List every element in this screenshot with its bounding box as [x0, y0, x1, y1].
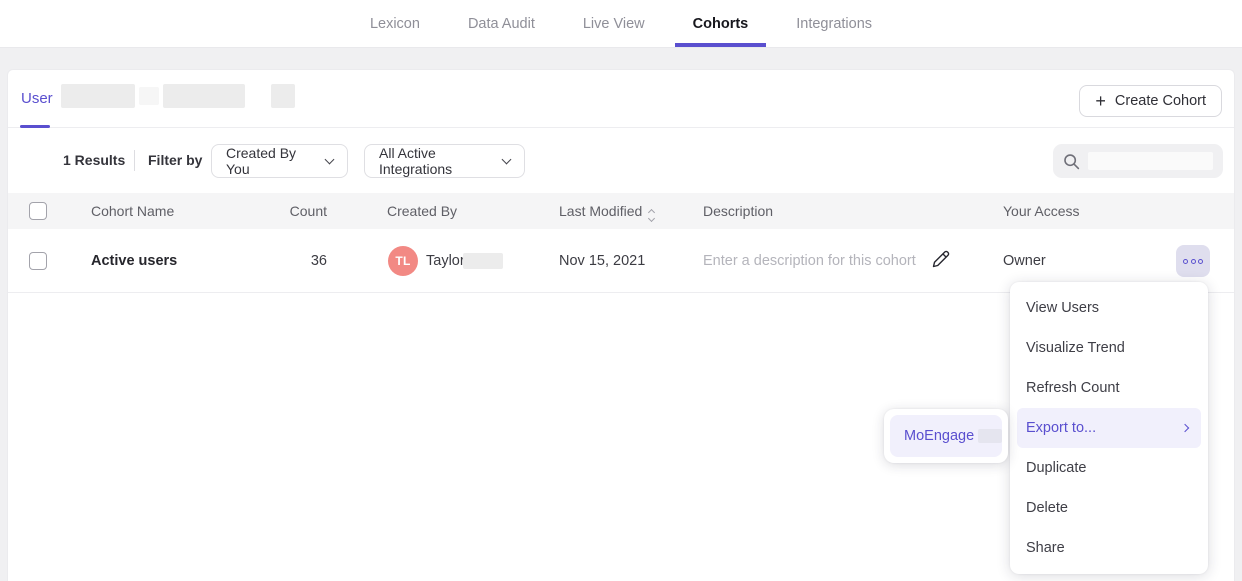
nav-tab-integrations[interactable]: Integrations: [792, 0, 876, 47]
chevron-down-icon: [502, 154, 512, 164]
header-your-access: Your Access: [1003, 203, 1080, 219]
header-last-modified[interactable]: Last Modified: [559, 203, 654, 221]
chevron-right-icon: [1181, 424, 1189, 432]
integrations-dropdown-value: All Active Integrations: [379, 145, 493, 177]
menu-item-visualize-trend[interactable]: Visualize Trend: [1010, 328, 1208, 368]
menu-item-duplicate[interactable]: Duplicate: [1010, 448, 1208, 488]
export-submenu: MoEngage: [884, 409, 1008, 463]
redacted-tab: [61, 84, 135, 108]
create-cohort-label: Create Cohort: [1115, 93, 1206, 109]
menu-item-share[interactable]: Share: [1010, 528, 1208, 568]
top-navigation: Lexicon Data Audit Live View Cohorts Int…: [0, 0, 1242, 48]
select-all-checkbox[interactable]: [29, 202, 47, 220]
header-last-modified-label: Last Modified: [559, 203, 642, 219]
access-level: Owner: [1003, 253, 1046, 269]
redacted-submenu-text: [978, 429, 1002, 443]
active-tab-underline: [20, 125, 50, 128]
edit-description-button[interactable]: [930, 249, 951, 273]
more-dots-icon: [1191, 259, 1196, 264]
cohort-name-link[interactable]: Active users: [91, 253, 177, 269]
menu-item-refresh-count[interactable]: Refresh Count: [1010, 368, 1208, 408]
nav-tab-data-audit[interactable]: Data Audit: [464, 0, 539, 47]
more-dots-icon: [1183, 259, 1188, 264]
created-by-name: Taylor: [426, 253, 465, 269]
nav-tab-live-view[interactable]: Live View: [579, 0, 649, 47]
table-header-row: Cohort Name Count Created By Last Modifi…: [8, 193, 1234, 229]
plus-icon: +: [1095, 92, 1106, 110]
header-count: Count: [248, 203, 327, 219]
row-context-menu: View Users Visualize Trend Refresh Count…: [1010, 282, 1208, 574]
results-count: 1 Results: [63, 152, 125, 168]
created-by-dropdown[interactable]: Created By You: [211, 144, 348, 178]
header-created-by: Created By: [387, 203, 457, 219]
description-placeholder[interactable]: Enter a description for this cohort: [703, 253, 916, 269]
more-dots-icon: [1198, 259, 1203, 264]
nav-tab-lexicon[interactable]: Lexicon: [366, 0, 424, 47]
create-cohort-button[interactable]: + Create Cohort: [1079, 85, 1222, 117]
menu-item-export-to-label: Export to...: [1026, 420, 1096, 436]
pencil-icon: [930, 249, 951, 270]
created-by-dropdown-value: Created By You: [226, 145, 316, 177]
avatar: TL: [388, 246, 418, 276]
search-input[interactable]: [1053, 144, 1223, 178]
redacted-last-name: [463, 253, 503, 269]
search-icon: [1063, 153, 1080, 170]
header-cohort-name: Cohort Name: [91, 203, 174, 219]
cohort-type-tabs: User + Create Cohort: [8, 70, 1234, 128]
sort-icon[interactable]: [649, 210, 654, 221]
menu-item-view-users[interactable]: View Users: [1010, 288, 1208, 328]
redacted-tab: [271, 84, 295, 108]
chevron-down-icon: [325, 154, 335, 164]
divider: [134, 150, 135, 171]
integrations-dropdown[interactable]: All Active Integrations: [364, 144, 525, 178]
filter-by-label: Filter by: [148, 152, 202, 168]
last-modified-date: Nov 15, 2021: [559, 253, 645, 269]
header-description: Description: [703, 203, 773, 219]
nav-tab-cohorts[interactable]: Cohorts: [689, 0, 753, 47]
menu-item-delete[interactable]: Delete: [1010, 488, 1208, 528]
menu-item-export-to[interactable]: Export to...: [1017, 408, 1201, 448]
redacted-tab: [163, 84, 245, 108]
cohort-count: 36: [248, 253, 327, 269]
row-checkbox[interactable]: [29, 252, 47, 270]
tab-user[interactable]: User: [21, 90, 53, 107]
submenu-item-moengage-label: MoEngage: [904, 428, 974, 444]
submenu-item-moengage[interactable]: MoEngage: [890, 415, 1002, 457]
redacted-search-text: [1088, 152, 1213, 170]
redacted-tab: [139, 87, 159, 105]
row-more-actions-button[interactable]: [1176, 245, 1210, 277]
